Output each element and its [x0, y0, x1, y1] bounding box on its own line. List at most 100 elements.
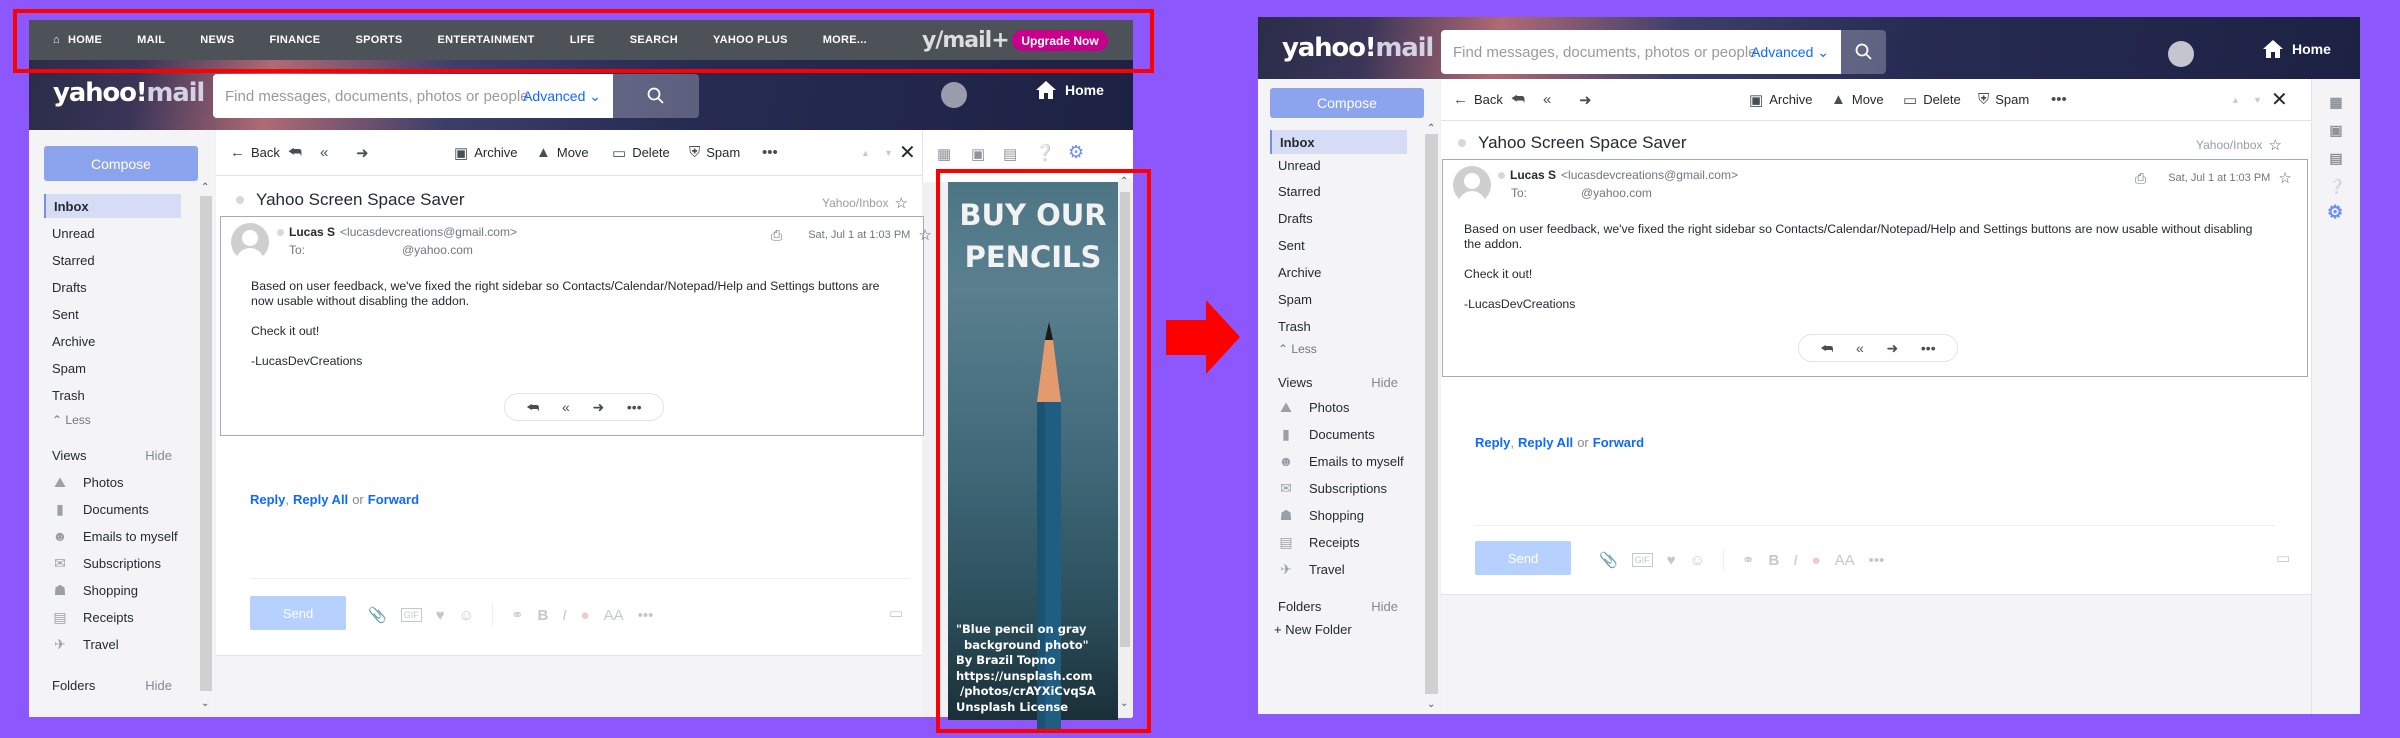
folder-unread[interactable]: Unread — [1270, 153, 1321, 177]
star-icon[interactable]: ☆ — [2269, 136, 2282, 154]
compose-button[interactable]: Compose — [1270, 88, 1424, 118]
bold-icon[interactable]: B — [538, 607, 549, 624]
help-icon[interactable]: ❔ — [2328, 178, 2345, 194]
view-documents[interactable]: ▮ Documents — [51, 501, 149, 517]
folder-inbox[interactable]: Inbox — [44, 194, 181, 218]
delete-button[interactable]: ▭ Delete — [612, 144, 670, 162]
print-icon[interactable]: ⎙ — [2135, 170, 2146, 187]
folder-sent[interactable]: Sent — [1270, 233, 1305, 257]
folder-unread[interactable]: Unread — [44, 221, 95, 245]
views-hide-button[interactable]: Hide — [1371, 375, 1398, 390]
reply-icon[interactable]: ⮪ — [1820, 340, 1833, 357]
reply-all-button[interactable]: « — [1543, 91, 1551, 108]
forward-icon[interactable]: ➜ — [1887, 340, 1899, 357]
archive-button[interactable]: ▣ Archive — [454, 144, 518, 162]
search-button[interactable] — [1841, 30, 1886, 74]
gif-icon[interactable]: GIF — [1631, 553, 1653, 567]
more-icon[interactable]: ••• — [627, 399, 642, 415]
scroll-down-icon[interactable]: ⌄ — [201, 698, 209, 709]
archive-button[interactable]: ▣ Archive — [1749, 91, 1813, 109]
calendar-icon[interactable]: ▣ — [971, 145, 985, 163]
bold-icon[interactable]: B — [1769, 552, 1780, 569]
less-toggle[interactable]: ⌃ Less — [44, 408, 91, 432]
sidebar-scrollbar[interactable] — [1425, 134, 1438, 694]
views-hide-button[interactable]: Hide — [145, 448, 172, 463]
folder-spam[interactable]: Spam — [44, 356, 86, 380]
folder-drafts[interactable]: Drafts — [1270, 206, 1313, 230]
back-button[interactable]: ← Back — [1453, 91, 1503, 108]
gif-icon[interactable]: GIF — [400, 608, 422, 622]
view-documents[interactable]: ▮ Documents — [1277, 426, 1375, 442]
delete-button[interactable]: ▭ Delete — [1903, 91, 1961, 109]
scroll-down-icon[interactable]: ⌄ — [1427, 699, 1435, 710]
forward-button[interactable]: ➜ — [356, 144, 369, 162]
compose-button[interactable]: Compose — [44, 146, 198, 181]
emoji-icon[interactable]: ☺ — [1690, 552, 1705, 569]
sender[interactable]: Lucas S <lucasdevcreations@gmail.com> — [1498, 168, 1738, 182]
folders-hide-button[interactable]: Hide — [1371, 599, 1398, 614]
folders-hide-button[interactable]: Hide — [145, 678, 172, 693]
folder-sent[interactable]: Sent — [44, 302, 79, 326]
folder-spam[interactable]: Spam — [1270, 287, 1312, 311]
home-button[interactable]: Home — [2262, 39, 2331, 59]
reply-button[interactable]: ⮪ — [288, 144, 302, 161]
notepad-icon[interactable]: ▤ — [2328, 150, 2344, 166]
notepad-icon[interactable]: ▤ — [1003, 145, 1017, 163]
attachment-icon[interactable]: 📎 — [1599, 551, 1618, 569]
view-shopping[interactable]: ☗ Shopping — [1277, 507, 1364, 523]
font-size-icon[interactable]: AA — [1835, 552, 1855, 569]
settings-gear-icon[interactable]: ⚙ — [2327, 203, 2343, 221]
folder-trash[interactable]: Trash — [1270, 314, 1311, 338]
send-button[interactable]: Send — [250, 596, 346, 630]
move-button[interactable]: ▲ Move — [536, 144, 589, 161]
yahoo-mail-logo[interactable]: yahoo!mail — [53, 78, 205, 108]
back-button[interactable]: ← Back — [230, 144, 280, 161]
reply-all-icon[interactable]: « — [1856, 340, 1864, 356]
attachment-icon[interactable]: 📎 — [368, 606, 387, 624]
reply-icon[interactable]: ⮪ — [526, 399, 539, 416]
folder-starred[interactable]: Starred — [44, 248, 95, 272]
reply-link[interactable]: Reply — [250, 492, 285, 507]
italic-icon[interactable]: I — [562, 607, 566, 624]
folder-archive[interactable]: Archive — [44, 329, 95, 353]
link-icon[interactable]: ⚭ — [1742, 551, 1755, 569]
new-folder-button[interactable]: + New Folder — [1274, 622, 1352, 637]
print-icon[interactable]: ⎙ — [771, 227, 782, 244]
view-receipts[interactable]: ▤ Receipts — [1277, 534, 1359, 550]
yahoo-mail-logo[interactable]: yahoo!mail — [1282, 33, 1434, 63]
avatar[interactable] — [941, 82, 967, 108]
move-button[interactable]: ▲ Move — [1831, 91, 1884, 108]
sender[interactable]: Lucas S <lucasdevcreations@gmail.com> — [277, 225, 517, 239]
color-icon[interactable]: ● — [581, 607, 590, 624]
star-icon[interactable]: ☆ — [918, 226, 931, 244]
advanced-search-dropdown[interactable]: Advanced ⌄ — [1751, 44, 1829, 61]
search-input[interactable]: Find messages, documents, photos or peop… — [213, 74, 613, 118]
view-emails-to-myself[interactable]: ☻ Emails to myself — [1277, 453, 1404, 469]
view-travel[interactable]: ✈ Travel — [51, 636, 119, 652]
scroll-up-icon[interactable]: ⌃ — [201, 182, 209, 193]
forward-icon[interactable]: ➜ — [593, 399, 605, 416]
reply-link[interactable]: Reply — [1475, 435, 1510, 450]
view-subscriptions[interactable]: ✉ Subscriptions — [51, 555, 161, 571]
color-icon[interactable]: ● — [1812, 552, 1821, 569]
next-message-button[interactable]: ▼ — [2253, 95, 2262, 105]
reply-all-icon[interactable]: « — [562, 399, 570, 415]
view-shopping[interactable]: ☗ Shopping — [51, 582, 138, 598]
close-button[interactable]: ✕ — [899, 140, 916, 165]
contacts-icon[interactable]: ▦ — [2328, 94, 2344, 110]
star-icon[interactable]: ☆ — [2278, 169, 2291, 187]
less-toggle[interactable]: ⌃ Less — [1270, 337, 1317, 361]
forward-link[interactable]: Forward — [1593, 435, 1644, 450]
emoji-icon[interactable]: ☺ — [459, 607, 474, 624]
forward-link[interactable]: Forward — [368, 492, 419, 507]
discard-draft-button[interactable]: ▭ — [889, 604, 903, 622]
sidebar-scrollbar[interactable] — [200, 196, 212, 691]
more-actions-button[interactable]: ••• — [762, 144, 778, 161]
view-photos[interactable]: ⛰ Photos — [1277, 399, 1349, 415]
more-icon[interactable]: ••• — [1869, 552, 1885, 569]
reply-all-link[interactable]: Reply All — [1518, 435, 1573, 450]
folder-trash[interactable]: Trash — [44, 383, 85, 407]
link-icon[interactable]: ⚭ — [511, 606, 524, 624]
spam-button[interactable]: ⛨ Spam — [689, 144, 740, 161]
folder-starred[interactable]: Starred — [1270, 179, 1321, 203]
